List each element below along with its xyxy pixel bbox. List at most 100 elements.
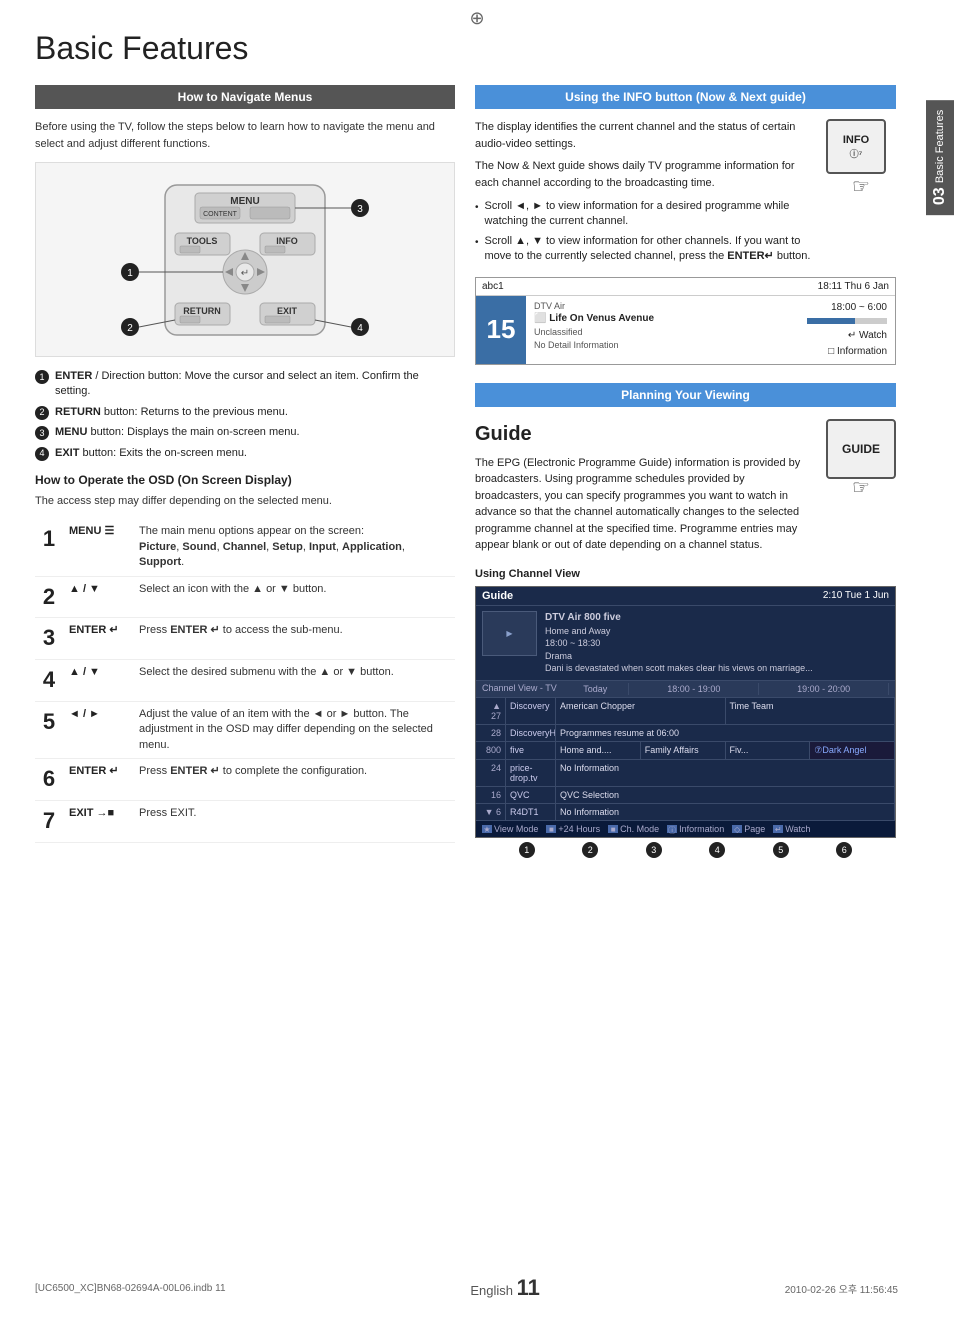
info-section-header: Using the INFO button (Now & Next guide) — [475, 85, 896, 109]
osd-key-7: EXIT →■ — [63, 800, 133, 842]
footer-info: ⓘ Information — [667, 824, 724, 834]
channel-view-title: Using Channel View — [475, 568, 896, 580]
svg-text:2: 2 — [127, 323, 133, 334]
prog-cell: No Information — [556, 760, 895, 786]
ch-num: 800 — [476, 742, 506, 759]
prog-cell: Time Team — [726, 698, 896, 724]
table-row: 5 ◄ / ► Adjust the value of an item with… — [35, 702, 455, 759]
prog-cell: QVC Selection — [556, 787, 895, 803]
num-3: 3 — [35, 426, 49, 440]
svg-text:TOOLS: TOOLS — [187, 236, 218, 246]
ch-num: ▼ 6 — [476, 804, 506, 820]
watch-label: ↵ Watch — [807, 328, 887, 344]
osd-num-6: 6 — [35, 759, 63, 801]
footer-watch: ↵ Watch — [773, 824, 810, 834]
ch-num: 24 — [476, 760, 506, 786]
guide-button-box: GUIDE — [826, 419, 896, 479]
osd-desc-3: Press ENTER ↵ to access the sub-menu. — [133, 618, 455, 660]
ch-programs: QVC Selection — [556, 787, 895, 803]
ch-programs: Home and.... Family Affairs Fiv... ⑦Dark… — [556, 742, 895, 759]
circle-4: 4 — [709, 842, 725, 858]
table-row: 7 EXIT →■ Press EXIT. — [35, 800, 455, 842]
num-2: 2 — [35, 406, 49, 420]
footer-24h: ■ +24 Hours — [546, 824, 600, 834]
watch-icon-footer: ↵ — [773, 825, 783, 833]
info-icon-footer: ⓘ — [667, 825, 677, 833]
info-para-1: The display identifies the current chann… — [475, 119, 816, 152]
info-button-area: INFO ⓘ⁷ ☞ — [826, 119, 896, 269]
24h-icon: ■ — [546, 825, 556, 833]
channel-info-top: abc1 18:11 Thu 6 Jan — [476, 278, 895, 296]
guide-box-time: 2:10 Tue 1 Jun — [823, 590, 889, 602]
info-content: The display identifies the current chann… — [475, 119, 896, 269]
left-column: How to Navigate Menus Before using the T… — [35, 85, 455, 862]
preview-thumbnail: ▶ — [482, 611, 537, 656]
table-row: ▲ 27 Discovery American Chopper Time Tea… — [476, 698, 895, 725]
bullet-item-2: • Scroll ▲, ▼ to view information for ot… — [475, 234, 816, 265]
chapter-number: 03 — [931, 187, 949, 205]
classification: Unclassified — [534, 326, 791, 339]
osd-num-4: 4 — [35, 660, 63, 702]
svg-text:MENU: MENU — [230, 196, 259, 207]
channel-info-box: abc1 18:11 Thu 6 Jan 15 DTV Air ⬜ Life O… — [475, 277, 896, 365]
list-item-exit: 4 EXIT button: Exits the on-screen menu. — [35, 446, 455, 461]
ch-name: DiscoveryH&L — [506, 725, 556, 741]
svg-text:3: 3 — [357, 204, 363, 215]
ch-programs: American Chopper Time Team — [556, 698, 895, 724]
osd-desc-2: Select an icon with the ▲ or ▼ button. — [133, 576, 455, 618]
remote-svg: MENU CONTENT TOOLS INFO — [105, 175, 385, 345]
preview-subtitle: Home and Away — [545, 625, 813, 638]
right-column: Using the INFO button (Now & Next guide)… — [475, 85, 896, 862]
footer-view-mode: ★ View Mode — [482, 824, 538, 834]
footer-bar: [UC6500_XC]BN68-02694A-00L06.indb 11 Eng… — [35, 1275, 898, 1301]
progress-bar — [807, 318, 887, 324]
bullet-dot-2: • — [475, 236, 479, 250]
table-row: 4 ▲ / ▼ Select the desired submenu with … — [35, 660, 455, 702]
prog-cell: Home and.... — [556, 742, 641, 759]
preview-genre: Drama — [545, 650, 813, 663]
info-bullet-list: • Scroll ◄, ► to view information for a … — [475, 199, 816, 265]
time-block: Today 18:00 - 19:00 19:00 - 20:00 — [562, 683, 889, 695]
circle-3: 3 — [646, 842, 662, 858]
list-item-return: 2 RETURN button: Returns to the previous… — [35, 405, 455, 420]
no-detail: No Detail Information — [534, 339, 791, 352]
channel-middle: DTV Air ⬜ Life On Venus Avenue Unclassif… — [526, 296, 799, 364]
navigate-menus-header: How to Navigate Menus — [35, 85, 455, 109]
footer-page: ◇ Page — [732, 824, 765, 834]
guide-button-area: GUIDE ☞ — [826, 419, 896, 554]
info-text-block: The display identifies the current chann… — [475, 119, 816, 269]
programme-name: ⬜ Life On Venus Avenue — [534, 312, 791, 326]
ch-num: ▲ 27 — [476, 698, 506, 724]
ch-programs: No Information — [556, 804, 895, 820]
guide-channel-view-box: Guide 2:10 Tue 1 Jun ▶ DTV Air 800 five … — [475, 586, 896, 838]
prog-cell: American Chopper — [556, 698, 726, 724]
svg-text:INFO: INFO — [276, 236, 298, 246]
prog-cell: Fiv... — [726, 742, 811, 759]
num-4: 4 — [35, 447, 49, 461]
ch-name: QVC — [506, 787, 556, 803]
guide-paragraph: The EPG (Electronic Programme Guide) inf… — [475, 455, 814, 554]
navigate-intro: Before using the TV, follow the steps be… — [35, 119, 455, 152]
prog-cell: Family Affairs — [641, 742, 726, 759]
svg-text:EXIT: EXIT — [277, 306, 298, 316]
osd-num-1: 1 — [35, 519, 63, 576]
table-row: 3 ENTER ↵ Press ENTER ↵ to access the su… — [35, 618, 455, 660]
table-row: 28 DiscoveryH&L Programmes resume at 06:… — [476, 725, 895, 742]
guide-box-footer: ★ View Mode ■ +24 Hours ■ Ch. Mode ⓘ Inf… — [476, 821, 895, 837]
table-row: 24 price-drop.tv No Information — [476, 760, 895, 787]
bullet-dot-1: • — [475, 201, 479, 215]
osd-num-7: 7 — [35, 800, 63, 842]
svg-text:CONTENT: CONTENT — [203, 211, 238, 218]
info-button-label: INFO — [843, 132, 869, 149]
preview-time: 18:00 ~ 18:30 — [545, 637, 813, 650]
time-range: 18:00 ~ 6:00 — [807, 300, 887, 316]
osd-key-5: ◄ / ► — [63, 702, 133, 759]
time-cell-2: 18:00 - 19:00 — [629, 683, 759, 695]
time-cell-1: Today — [562, 683, 629, 695]
svg-text:4: 4 — [357, 323, 363, 334]
footer-date: 2010-02-26 오후 11:56:45 — [785, 1281, 898, 1296]
table-row: 6 ENTER ↵ Press ENTER ↵ to complete the … — [35, 759, 455, 801]
osd-table: 1 MENU ☰ The main menu options appear on… — [35, 519, 455, 842]
footer-file: [UC6500_XC]BN68-02694A-00L06.indb 11 — [35, 1283, 226, 1294]
channel-info-body: 15 DTV Air ⬜ Life On Venus Avenue Unclas… — [476, 296, 895, 364]
